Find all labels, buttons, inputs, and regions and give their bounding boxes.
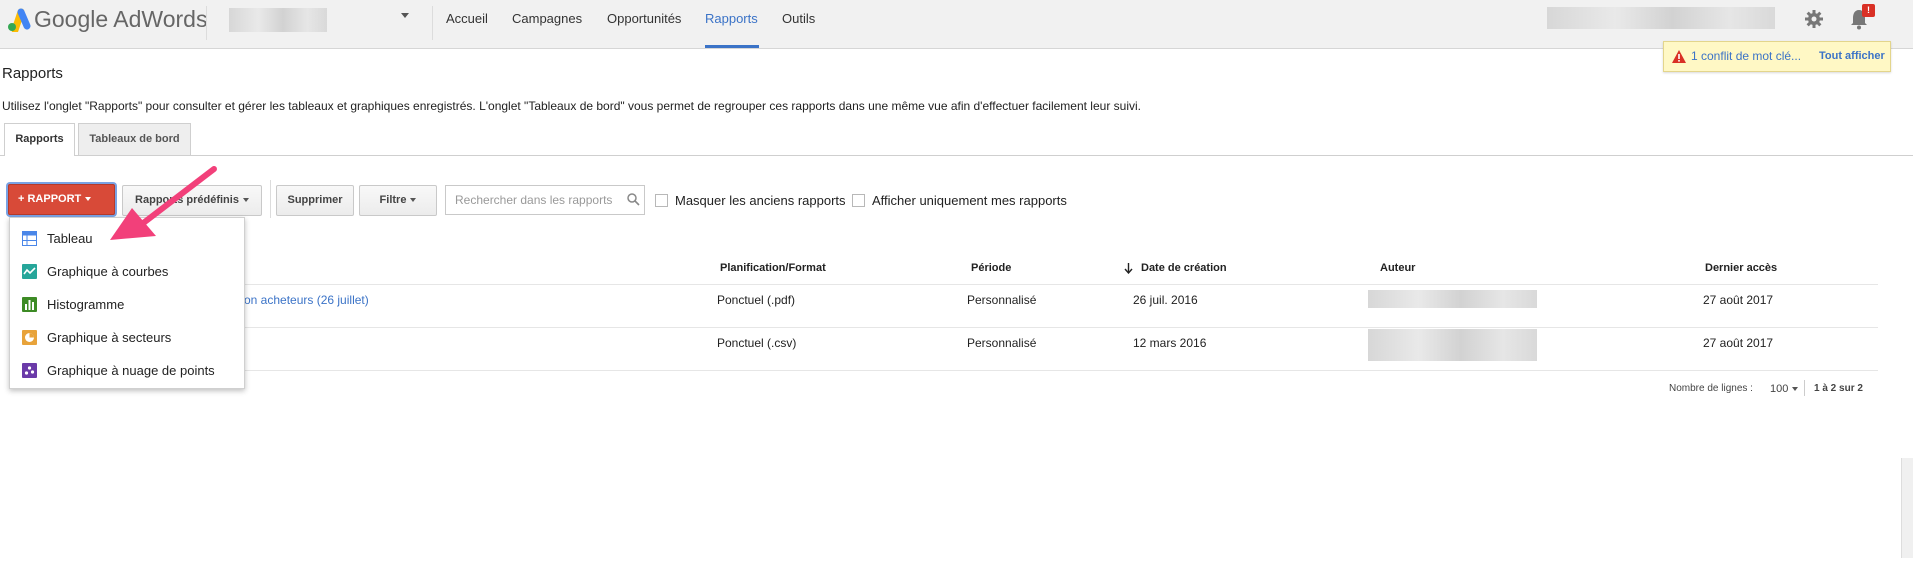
report-name-link[interactable]: on acheteurs (26 juillet) bbox=[244, 293, 369, 307]
bar-chart-icon bbox=[22, 297, 37, 312]
pie-chart-icon bbox=[22, 330, 37, 345]
menu-item-label: Graphique à courbes bbox=[47, 264, 169, 279]
menu-item-label: Graphique à nuage de points bbox=[47, 363, 215, 378]
rows-per-page-select[interactable]: 100 bbox=[1770, 383, 1799, 395]
column-header-author[interactable]: Auteur bbox=[1380, 262, 1415, 274]
row-divider bbox=[240, 284, 1878, 285]
row-divider bbox=[240, 370, 1878, 371]
table-row[interactable]: on acheteurs (26 juillet) Ponctuel (.pdf… bbox=[240, 286, 1878, 326]
chevron-down-icon bbox=[242, 198, 249, 203]
pagination-range: 1 à 2 sur 2 bbox=[1814, 383, 1863, 394]
report-schedule: Ponctuel (.pdf) bbox=[717, 293, 796, 307]
table-icon bbox=[22, 231, 37, 246]
report-created: 12 mars 2016 bbox=[1133, 336, 1207, 350]
nav-outils[interactable]: Outils bbox=[782, 11, 815, 26]
scatter-chart-icon bbox=[22, 363, 37, 378]
chevron-down-icon[interactable] bbox=[401, 13, 409, 18]
add-report-label: + RAPPORT bbox=[18, 193, 82, 205]
search-icon[interactable] bbox=[627, 193, 640, 206]
divider bbox=[1804, 380, 1805, 396]
divider bbox=[206, 6, 207, 40]
divider bbox=[432, 6, 433, 40]
nav-rapports[interactable]: Rapports bbox=[705, 11, 758, 26]
show-all-link[interactable]: Tout afficher bbox=[1819, 50, 1885, 62]
line-chart-icon bbox=[22, 264, 37, 279]
report-period: Personnalisé bbox=[967, 336, 1037, 350]
column-header-created[interactable]: Date de création bbox=[1141, 262, 1227, 274]
active-nav-indicator bbox=[705, 45, 759, 48]
delete-button[interactable]: Supprimer bbox=[276, 185, 354, 216]
only-my-reports-label[interactable]: Afficher uniquement mes rapports bbox=[872, 193, 1067, 208]
user-account[interactable] bbox=[1547, 7, 1775, 29]
filter-label: Filtre bbox=[379, 194, 407, 206]
warning-icon bbox=[1672, 50, 1686, 63]
adwords-logo-icon[interactable] bbox=[6, 8, 32, 32]
filter-button[interactable]: Filtre bbox=[359, 185, 437, 216]
menu-item-label: Histogramme bbox=[47, 297, 125, 312]
nav-opportunites[interactable]: Opportunités bbox=[607, 11, 681, 26]
page-title: Rapports bbox=[2, 65, 63, 82]
scrollbar[interactable] bbox=[1901, 458, 1913, 558]
top-bar: Google AdWords Accueil Campagnes Opportu… bbox=[0, 0, 1913, 49]
notification-banner: 1 conflit de mot clé... Tout afficher bbox=[1663, 41, 1891, 72]
column-header-schedule[interactable]: Planification/Format bbox=[720, 262, 826, 274]
rows-per-page-label: Nombre de lignes : bbox=[1669, 383, 1753, 394]
tab-tableaux-de-bord[interactable]: Tableaux de bord bbox=[78, 123, 191, 155]
report-last-access: 27 août 2017 bbox=[1703, 293, 1774, 307]
annotation-arrow-icon bbox=[110, 166, 217, 240]
report-author bbox=[1368, 329, 1537, 361]
page-description: Utilisez l'onglet "Rapports" pour consul… bbox=[2, 99, 1141, 113]
report-last-access: 27 août 2017 bbox=[1703, 336, 1774, 350]
menu-item-graphique-secteurs[interactable]: Graphique à secteurs bbox=[10, 321, 244, 354]
menu-item-graphique-nuage[interactable]: Graphique à nuage de points bbox=[10, 354, 244, 387]
row-divider bbox=[240, 327, 1878, 328]
tab-rapports[interactable]: Rapports bbox=[4, 123, 75, 156]
gear-icon[interactable] bbox=[1804, 9, 1824, 29]
sort-arrow-down-icon bbox=[1124, 263, 1133, 274]
chevron-down-icon bbox=[1792, 387, 1799, 392]
account-selector[interactable] bbox=[229, 8, 327, 32]
column-header-period[interactable]: Période bbox=[971, 262, 1011, 274]
notification-text[interactable]: 1 conflit de mot clé... bbox=[1691, 49, 1801, 63]
report-schedule: Ponctuel (.csv) bbox=[717, 336, 797, 350]
nav-accueil[interactable]: Accueil bbox=[446, 11, 488, 26]
app-name[interactable]: Google AdWords bbox=[34, 6, 207, 33]
report-period: Personnalisé bbox=[967, 293, 1037, 307]
only-my-reports-checkbox[interactable] bbox=[852, 194, 865, 207]
tab-divider bbox=[0, 155, 1913, 156]
menu-item-label: Tableau bbox=[47, 231, 93, 246]
menu-item-graphique-courbes[interactable]: Graphique à courbes bbox=[10, 255, 244, 288]
report-created: 26 juil. 2016 bbox=[1133, 293, 1198, 307]
column-header-last-access[interactable]: Dernier accès bbox=[1705, 262, 1777, 274]
hide-old-reports-label[interactable]: Masquer les anciens rapports bbox=[675, 193, 846, 208]
nav-campagnes[interactable]: Campagnes bbox=[512, 11, 582, 26]
divider bbox=[270, 180, 271, 218]
hide-old-reports-checkbox[interactable] bbox=[655, 194, 668, 207]
notification-badge: ! bbox=[1862, 4, 1875, 17]
report-author bbox=[1368, 290, 1537, 308]
menu-item-label: Graphique à secteurs bbox=[47, 330, 172, 345]
rows-per-page-value: 100 bbox=[1770, 383, 1789, 395]
chevron-down-icon bbox=[410, 198, 417, 203]
table-row[interactable]: Ponctuel (.csv) Personnalisé 12 mars 201… bbox=[240, 329, 1878, 369]
search-input[interactable]: Rechercher dans les rapports bbox=[445, 185, 645, 215]
menu-item-histogramme[interactable]: Histogramme bbox=[10, 288, 244, 321]
